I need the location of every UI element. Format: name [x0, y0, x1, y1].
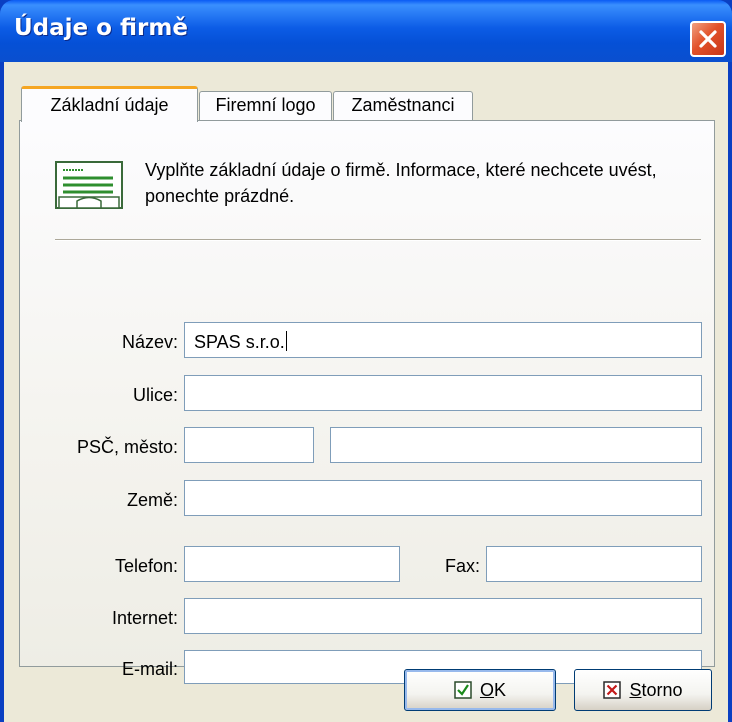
tab-label: Zaměstnanci [351, 95, 455, 115]
telefon-label: Telefon: [114, 556, 178, 576]
ok-label: OK [479, 679, 507, 700]
ulice-field[interactable] [184, 375, 702, 411]
zeme-field[interactable] [184, 480, 702, 516]
fax-label: Fax: [444, 556, 480, 576]
checkmark-icon [454, 681, 472, 699]
text-caret [285, 331, 287, 351]
tab-label: Základní údaje [50, 95, 169, 115]
storno-button[interactable]: Storno [574, 669, 712, 711]
address-card-icon [55, 161, 123, 209]
ok-button[interactable]: OK [404, 669, 556, 711]
storno-label: Storno [629, 679, 683, 700]
nazev-label: Název: [121, 332, 178, 352]
tab-zamestnanci[interactable]: Zaměstnanci [333, 91, 473, 121]
psc-mesto-label: PSČ, město: [76, 437, 178, 457]
ulice-label: Ulice: [132, 385, 178, 405]
mesto-field[interactable] [330, 427, 702, 463]
fax-field[interactable] [486, 546, 702, 582]
nazev-field[interactable]: SPAS s.r.o. [184, 322, 702, 358]
tab-zakladni-udaje[interactable]: Základní údaje [21, 86, 198, 122]
divider [55, 239, 701, 241]
email-label: E-mail: [121, 659, 178, 679]
dialog-client-area: Základní údaje Firemní logo Zaměstnanci … [4, 62, 728, 722]
nazev-value: SPAS s.r.o. [194, 332, 285, 352]
window-title: Údaje o firmě [14, 15, 188, 41]
zeme-label: Země: [126, 490, 178, 510]
tab-panel: Vyplňte základní údaje o firmě. Informac… [19, 120, 715, 684]
tab-firemni-logo[interactable]: Firemní logo [199, 91, 332, 121]
internet-label: Internet: [111, 608, 178, 628]
cancel-icon [603, 681, 622, 699]
tab-label: Firemní logo [215, 95, 316, 115]
title-bar[interactable]: Údaje o firmě [0, 0, 732, 62]
dialog-window: Údaje o firmě Základní údaje Firemní log… [0, 0, 732, 722]
psc-field[interactable] [184, 427, 314, 463]
info-text: Vyplňte základní údaje o firmě. Informac… [145, 160, 657, 206]
close-icon [699, 30, 717, 48]
close-button[interactable] [690, 21, 726, 57]
internet-field[interactable] [184, 598, 702, 634]
telefon-field[interactable] [184, 546, 400, 582]
